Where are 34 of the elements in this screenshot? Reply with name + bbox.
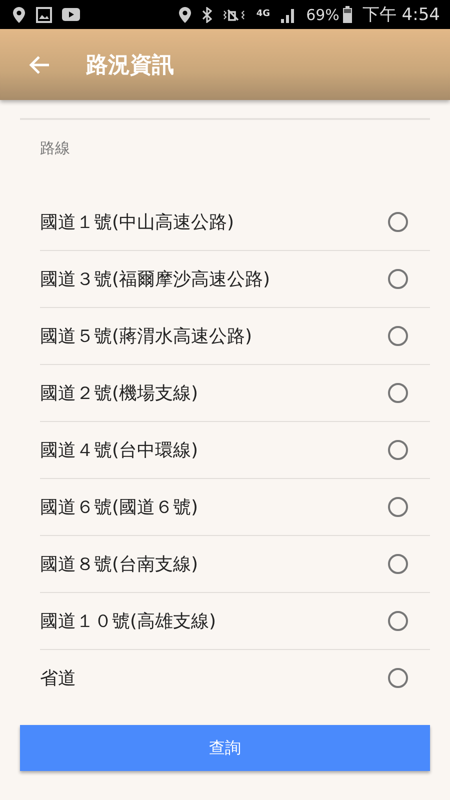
route-label: 國道５號(蔣渭水高速公路): [40, 325, 252, 348]
radio-button[interactable]: [388, 212, 408, 232]
back-button[interactable]: [28, 54, 50, 74]
page-title: 路況資訊: [86, 52, 174, 80]
route-label: 國道２號(機場支線): [40, 382, 198, 405]
radio-button[interactable]: [388, 269, 408, 289]
radio-button[interactable]: [388, 668, 408, 688]
section-label: 路線: [40, 139, 71, 159]
query-button[interactable]: 查詢: [20, 725, 430, 771]
route-label: 省道: [40, 667, 76, 690]
radio-button[interactable]: [388, 326, 408, 346]
route-label: 國道６號(國道６號): [40, 496, 198, 519]
route-label: 國道１０號(高雄支線): [40, 610, 216, 633]
bluetooth-icon: [202, 6, 212, 22]
battery-percent: 69%: [306, 6, 340, 24]
back-arrow-icon: [28, 54, 50, 74]
location-icon: [178, 6, 192, 24]
clock: 下午 4:54: [362, 4, 440, 26]
route-label: 國道８號(台南支線): [40, 553, 198, 576]
signal-icon: [280, 6, 296, 22]
route-label: 國道３號(福爾摩沙高速公路): [40, 268, 270, 291]
radio-button[interactable]: [388, 497, 408, 517]
radio-button[interactable]: [388, 440, 408, 460]
radio-button[interactable]: [388, 554, 408, 574]
route-label: 國道４號(台中環線): [40, 439, 198, 462]
location-icon: [12, 6, 26, 24]
network-type: 4G: [256, 10, 270, 19]
vibrate-mute-icon: [222, 6, 246, 22]
radio-button[interactable]: [388, 611, 408, 631]
route-label: 國道１號(中山高速公路): [40, 211, 234, 234]
video-icon: [62, 8, 80, 21]
image-icon: [36, 6, 52, 22]
battery-icon: [343, 6, 352, 23]
radio-button[interactable]: [388, 383, 408, 403]
